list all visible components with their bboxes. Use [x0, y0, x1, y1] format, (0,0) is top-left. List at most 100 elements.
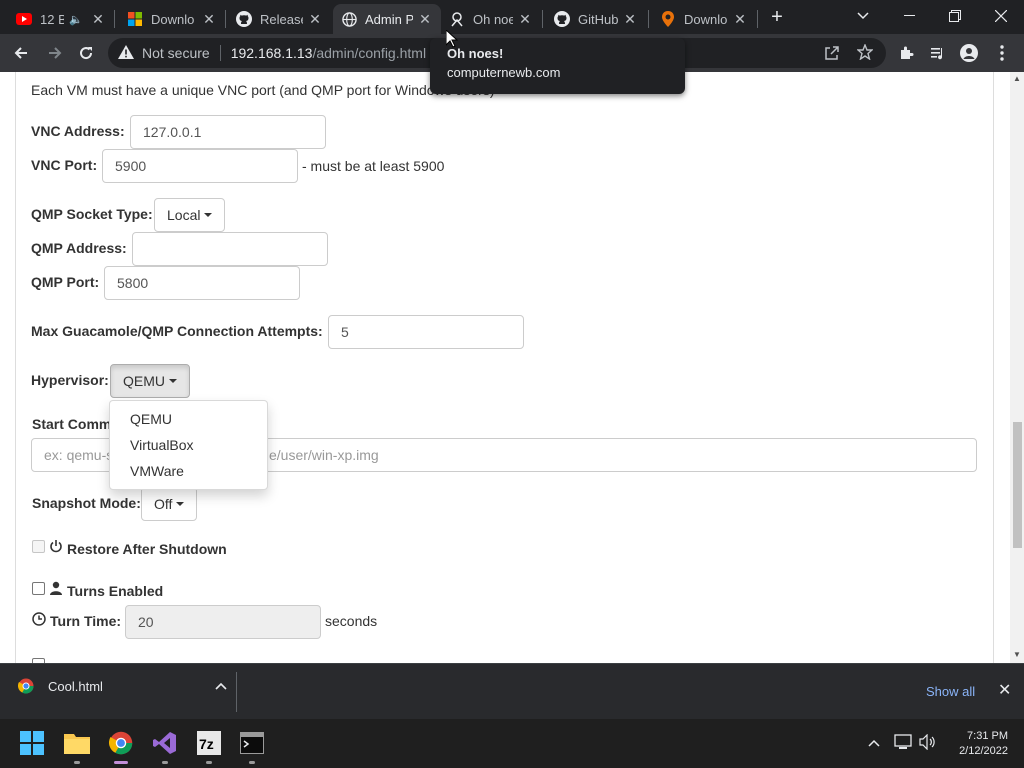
terminal-icon[interactable] [236, 727, 268, 764]
tab-github[interactable]: GitHub ✕ [546, 4, 646, 34]
media-control-icon[interactable] [925, 40, 951, 66]
page-viewport: Each VM must have a unique VNC port (and… [0, 72, 1024, 663]
hypervisor-menu: QEMU VirtualBox VMWare [109, 400, 268, 490]
qmp-port-input[interactable]: 5800 [104, 266, 300, 300]
tab-title: Downlo [684, 11, 728, 27]
qmp-address-input[interactable] [132, 232, 328, 266]
caret-down-icon [176, 502, 185, 506]
turns-enabled-label: Turns Enabled [67, 583, 164, 599]
restore-button[interactable] [932, 0, 978, 32]
hover-card-title: Oh noes! [447, 46, 504, 61]
caret-down-icon [204, 213, 213, 217]
vnc-port-input[interactable]: 5900 [102, 149, 298, 183]
chevron-up-icon[interactable] [215, 682, 227, 690]
tab-downloads-2[interactable]: Downlo ✕ [652, 4, 756, 34]
clock-time: 7:31 PM [967, 730, 1008, 742]
scroll-up-icon[interactable]: ▲ [1013, 74, 1021, 83]
qmp-socket-dropdown[interactable]: Local [154, 198, 226, 232]
tab-title: Downlo [151, 11, 195, 27]
url-host: 192.168.1.13 [230, 45, 313, 61]
max-attempts-input[interactable]: 5 [328, 315, 524, 349]
close-window-button[interactable] [978, 0, 1024, 32]
windows-logo-icon [127, 11, 143, 27]
tab-downloads-windows[interactable]: Downlo ✕ [119, 4, 225, 34]
restore-after-shutdown-checkbox[interactable] [32, 540, 45, 553]
close-tab-icon[interactable]: ✕ [517, 11, 533, 27]
pin-icon [660, 11, 676, 27]
chevron-up-tray-icon[interactable] [868, 735, 880, 750]
youtube-icon [16, 11, 32, 27]
vnc-address-label: VNC Address: [31, 123, 125, 139]
download-filename: Cool.html [48, 678, 103, 694]
computernewb-icon [449, 11, 465, 27]
close-tab-icon[interactable]: ✕ [307, 11, 323, 27]
download-bar: Cool.html Show all ✕ [0, 663, 1024, 719]
tab-youtube[interactable]: 12 B 🔈 ✕ [8, 4, 114, 34]
tab-admin-panel[interactable]: Admin P ✕ [333, 4, 441, 34]
github-icon [554, 11, 570, 27]
chrome-taskbar-icon[interactable] [105, 727, 137, 764]
hypervisor-option-qemu[interactable]: QEMU [110, 406, 267, 432]
vnc-address-input[interactable]: 127.0.0.1 [130, 115, 326, 149]
close-tab-icon[interactable]: ✕ [732, 11, 748, 27]
svg-text:7z: 7z [199, 736, 214, 752]
restore-after-shutdown-label: Restore After Shutdown [67, 541, 227, 557]
minimize-button[interactable] [886, 0, 932, 32]
user-icon [49, 581, 63, 600]
volume-icon[interactable] [919, 733, 937, 753]
url-path: /admin/config.html [312, 45, 427, 61]
tab-releases[interactable]: Release ✕ [228, 4, 331, 34]
close-tab-icon[interactable]: ✕ [417, 11, 433, 27]
clock-icon [32, 612, 46, 631]
page-scrollbar[interactable]: ▲ ▼ [1010, 72, 1024, 663]
turn-time-label: Turn Time: [50, 613, 122, 629]
github-icon [236, 11, 252, 27]
vnc-port-hint: - must be at least 5900 [302, 158, 445, 174]
tab-title: 12 B [40, 11, 64, 27]
snapshot-mode-dropdown[interactable]: Off [141, 487, 198, 521]
menu-kebab-icon[interactable] [989, 40, 1015, 66]
warning-icon[interactable] [118, 44, 134, 62]
tab-search-icon[interactable] [840, 0, 886, 32]
scrollbar-thumb[interactable] [1013, 422, 1022, 548]
clock-date: 2/12/2022 [959, 745, 1008, 757]
chrome-file-icon [18, 678, 34, 694]
forward-button[interactable] [42, 40, 68, 66]
system-clock[interactable]: 7:31 PM 2/12/2022 [946, 729, 1008, 759]
7zip-icon[interactable]: 7z [193, 727, 225, 764]
download-item[interactable]: Cool.html [18, 678, 227, 694]
start-button-windows-icon[interactable] [16, 727, 48, 759]
qmp-port-label: QMP Port: [31, 274, 100, 290]
extensions-icon[interactable] [893, 40, 919, 66]
config-panel: Each VM must have a unique VNC port (and… [15, 72, 994, 663]
vnc-intro-text: Each VM must have a unique VNC port (and… [31, 82, 495, 98]
share-icon[interactable] [824, 45, 840, 64]
network-icon[interactable] [894, 734, 912, 753]
qmp-address-label: QMP Address: [31, 240, 127, 256]
hypervisor-label: Hypervisor: [31, 372, 109, 388]
tab-title: Admin P [365, 11, 413, 27]
back-button[interactable] [8, 40, 34, 66]
scroll-down-icon[interactable]: ▼ [1013, 650, 1021, 659]
new-tab-button[interactable]: + [766, 6, 788, 28]
hypervisor-dropdown[interactable]: QEMU [110, 364, 190, 398]
tab-title: GitHub [578, 11, 618, 27]
tab-strip: 12 B 🔈 ✕ Downlo ✕ Release ✕ Admin P ✕ Oh… [0, 0, 1024, 34]
speaker-icon[interactable]: 🔈 [68, 11, 84, 27]
close-tab-icon[interactable]: ✕ [201, 11, 217, 27]
file-explorer-icon[interactable] [61, 727, 93, 764]
security-label[interactable]: Not secure [142, 45, 210, 61]
close-tab-icon[interactable]: ✕ [90, 11, 106, 27]
close-download-bar-icon[interactable]: ✕ [998, 680, 1011, 700]
bookmark-star-icon[interactable] [856, 43, 874, 63]
globe-icon [341, 11, 357, 27]
reload-button[interactable] [73, 40, 99, 66]
turn-time-input[interactable]: 20 [125, 605, 321, 639]
visual-studio-icon[interactable] [149, 727, 181, 764]
turns-enabled-checkbox[interactable] [32, 582, 45, 595]
hypervisor-option-virtualbox[interactable]: VirtualBox [110, 432, 267, 458]
profile-avatar-icon[interactable] [956, 40, 982, 66]
hypervisor-option-vmware[interactable]: VMWare [110, 458, 267, 484]
close-tab-icon[interactable]: ✕ [622, 11, 638, 27]
show-all-downloads-link[interactable]: Show all [926, 684, 975, 699]
